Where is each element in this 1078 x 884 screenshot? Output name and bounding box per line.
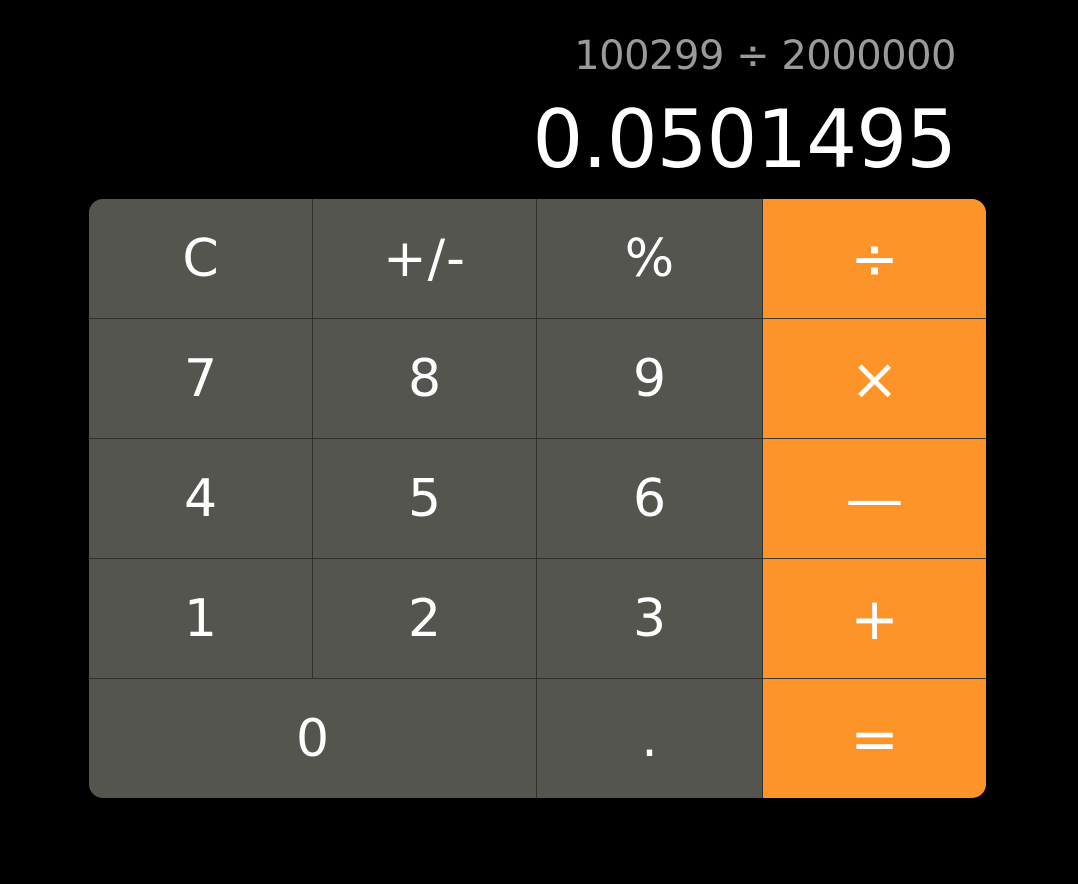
decimal-button[interactable]: . — [537, 679, 763, 798]
keypad: C +/- % ÷ 7 8 9 × 4 5 6 — 1 2 3 + 0 . = — [89, 199, 986, 798]
digit-6-button[interactable]: 6 — [537, 439, 763, 559]
digit-7-button[interactable]: 7 — [89, 319, 313, 439]
divide-button[interactable]: ÷ — [763, 199, 986, 319]
digit-8-button[interactable]: 8 — [313, 319, 537, 439]
digit-4-button[interactable]: 4 — [89, 439, 313, 559]
digit-1-button[interactable]: 1 — [89, 559, 313, 679]
digit-2-button[interactable]: 2 — [313, 559, 537, 679]
percent-button[interactable]: % — [537, 199, 763, 319]
subtract-button[interactable]: — — [763, 439, 986, 559]
digit-3-button[interactable]: 3 — [537, 559, 763, 679]
sign-toggle-button[interactable]: +/- — [313, 199, 537, 319]
clear-button[interactable]: C — [89, 199, 313, 319]
digit-0-button[interactable]: 0 — [89, 679, 537, 798]
expression-text: 100299 ÷ 2000000 — [574, 33, 956, 79]
add-button[interactable]: + — [763, 559, 986, 679]
calculator-display: 100299 ÷ 2000000 0.0501495 — [90, 24, 957, 194]
digit-5-button[interactable]: 5 — [313, 439, 537, 559]
equals-button[interactable]: = — [763, 679, 986, 798]
result-text: 0.0501495 — [532, 93, 957, 186]
digit-9-button[interactable]: 9 — [537, 319, 763, 439]
multiply-button[interactable]: × — [763, 319, 986, 439]
